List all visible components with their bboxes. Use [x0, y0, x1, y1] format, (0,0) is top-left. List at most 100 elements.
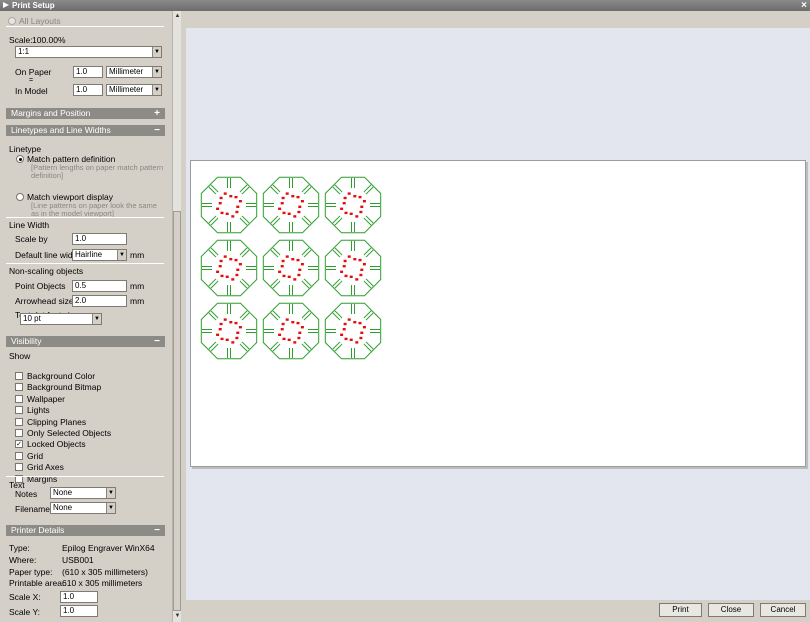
engraving-mark — [225, 338, 229, 341]
engraving-mark — [296, 258, 300, 262]
window-title: Print Setup — [12, 1, 55, 10]
engraving-mark — [298, 331, 302, 334]
default-width-label: Default line width — [15, 250, 80, 260]
in-model-unit-select[interactable]: Millimeter ▼ — [106, 84, 162, 96]
engraving-mark — [231, 341, 235, 344]
arrowhead-label: Arrowhead size — [15, 296, 74, 306]
visibility-item-label: Grid — [27, 450, 44, 461]
visibility-item-label: Background Bitmap — [27, 382, 102, 393]
visibility-checkbox[interactable] — [15, 394, 23, 403]
engraving-mark — [231, 278, 235, 281]
point-objects-input[interactable]: 0.5 — [72, 280, 127, 292]
engraving-mark — [229, 258, 233, 261]
chevron-down-icon[interactable]: ▼ — [117, 250, 126, 260]
scale-preset-select[interactable]: 1:1 ▼ — [15, 46, 162, 58]
engraving-mark — [235, 210, 239, 214]
engraving-mark — [220, 274, 224, 278]
print-button[interactable]: Print — [659, 603, 702, 617]
engraving-mark — [238, 326, 242, 329]
chevron-down-icon[interactable]: ▼ — [152, 85, 161, 95]
visibility-section-header[interactable]: Visibility − — [6, 336, 165, 347]
chevron-down-icon[interactable]: ▼ — [106, 488, 115, 498]
engraving-mark — [234, 321, 238, 325]
engraving-mark — [234, 258, 238, 262]
linetypes-section-header[interactable]: Linetypes and Line Widths − — [6, 125, 165, 136]
all-layouts-radio[interactable] — [8, 17, 16, 25]
close-button[interactable]: Close — [708, 603, 754, 617]
on-paper-input[interactable]: 1.0 — [73, 66, 103, 78]
scale-x-input[interactable]: 1.0 — [60, 591, 98, 603]
match-pattern-radio[interactable] — [16, 155, 24, 163]
engraving-mark — [344, 337, 348, 341]
collapse-icon[interactable]: − — [154, 525, 160, 536]
scroll-down-icon[interactable]: ▼ — [173, 612, 182, 621]
divider — [6, 217, 164, 218]
engraving-mark — [353, 258, 357, 261]
engraving-mark — [281, 259, 285, 263]
scale-preset-value: 1:1 — [18, 47, 30, 56]
on-paper-unit-select[interactable]: Millimeter ▼ — [106, 66, 162, 78]
engraving-mark — [282, 337, 286, 341]
visibility-checkbox[interactable] — [15, 383, 23, 392]
collapse-icon[interactable]: − — [154, 336, 160, 347]
chevron-down-icon[interactable]: ▼ — [106, 503, 115, 513]
scale-y-input[interactable]: 1.0 — [60, 605, 98, 617]
engraving-mark — [225, 275, 229, 278]
filename-label: Filename — [15, 504, 50, 514]
paper-type-value: (610 x 305 millimeters) — [62, 567, 148, 577]
engraving-mark — [278, 270, 282, 273]
engraving-mark — [220, 211, 224, 215]
printable-area-value: 610 x 305 millimeters — [62, 578, 143, 588]
in-model-input[interactable]: 1.0 — [73, 84, 103, 96]
linetype-label: Linetype — [9, 144, 42, 154]
scrollbar-thumb[interactable] — [173, 211, 181, 611]
default-width-select[interactable]: Hairline ▼ — [72, 249, 127, 261]
engraving-mark — [296, 321, 300, 325]
linetypes-section-title: Linetypes and Line Widths — [11, 125, 111, 135]
engraving-mark — [281, 196, 285, 200]
collapse-icon[interactable]: − — [154, 125, 160, 136]
engraving-mark — [280, 328, 284, 331]
match-viewport-radio[interactable] — [16, 193, 24, 201]
printer-section-header[interactable]: Printer Details − — [6, 525, 165, 536]
chevron-down-icon[interactable]: ▼ — [92, 314, 101, 324]
visibility-checkbox[interactable] — [15, 406, 23, 415]
chevron-down-icon[interactable]: ▼ — [152, 47, 161, 57]
filename-select[interactable]: None ▼ — [50, 502, 116, 514]
sidebar-scrollbar[interactable]: ▲ ▼ — [172, 11, 181, 622]
engraving-mark — [235, 336, 239, 340]
visibility-checkbox[interactable]: ✓ — [15, 440, 23, 449]
notes-select[interactable]: None ▼ — [50, 487, 116, 499]
engraving-mark — [358, 321, 362, 325]
engraving-mark — [342, 328, 346, 331]
visibility-checkbox[interactable] — [15, 429, 23, 437]
expand-icon[interactable]: + — [154, 108, 160, 119]
scale-by-input[interactable]: 1.0 — [72, 233, 127, 245]
printer-type-value: Epilog Engraver WinX64 — [62, 543, 155, 553]
visibility-checkbox[interactable] — [15, 417, 23, 426]
chevron-down-icon[interactable]: ▼ — [152, 67, 161, 77]
engraving-mark — [360, 205, 364, 208]
engraving-mark — [344, 211, 348, 215]
visibility-checkbox[interactable] — [15, 463, 23, 472]
default-width-value: Hairline — [75, 250, 103, 259]
engraving-mark — [296, 195, 300, 199]
engraving-mark — [219, 196, 223, 200]
engraving-mark — [359, 336, 363, 340]
engraving-mark — [342, 265, 346, 268]
engraving-mark — [347, 255, 351, 258]
margins-section-header[interactable]: Margins and Position + — [6, 108, 165, 119]
scroll-up-icon[interactable]: ▲ — [173, 12, 182, 21]
cancel-button[interactable]: Cancel — [760, 603, 806, 617]
unit-mm: mm — [130, 296, 145, 306]
arrowhead-input[interactable]: 2.0 — [72, 295, 127, 307]
visibility-checkbox[interactable] — [15, 372, 23, 380]
paper-type-label: Paper type: — [9, 567, 53, 577]
engraving-mark — [298, 205, 302, 208]
window-close-icon[interactable]: × — [801, 0, 807, 11]
engraving-mark — [229, 195, 233, 198]
text-dot-select[interactable]: 10 pt ▼ — [20, 313, 102, 325]
visibility-checkbox[interactable] — [15, 451, 23, 460]
scale-y-label: Scale Y: — [9, 607, 41, 617]
engraving-mark — [293, 278, 297, 281]
